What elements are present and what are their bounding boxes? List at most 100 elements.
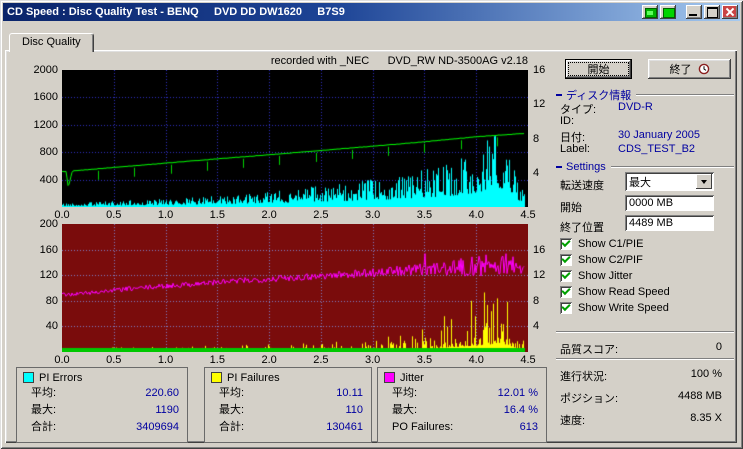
axis-tick-label: 16 (533, 64, 546, 76)
start-button[interactable]: 開始 (565, 59, 632, 79)
legend-title: Jitter (400, 371, 424, 384)
axis-tick-label: 120 (39, 269, 58, 282)
axis-tick-label: 0.5 (106, 209, 122, 221)
axis-tick-label: 3.5 (416, 354, 433, 366)
axis-tick-label: 1.0 (157, 209, 174, 221)
stat-label: 平均: (31, 387, 57, 399)
minimize-icon (689, 14, 697, 16)
checkbox-label: Show C1/PIE (578, 238, 644, 250)
checkbox-show-c2-pif[interactable]: Show C2/PIF (560, 253, 643, 267)
maximize-icon (707, 7, 718, 18)
maximize-button[interactable] (704, 5, 720, 19)
axis-tick-label: 2.0 (261, 354, 277, 366)
monitor-view-button[interactable] (660, 5, 676, 19)
chevron-down-icon (701, 180, 707, 187)
axis-tick-label: 4 (533, 320, 540, 333)
stat-value: 130461 (326, 421, 363, 433)
axis-tick-label: 40 (45, 320, 58, 333)
checkbox-box[interactable] (560, 301, 572, 314)
tab-disc-quality[interactable]: Disc Quality (9, 33, 94, 52)
mini-chart-icon (645, 8, 657, 18)
transfer-speed-dropdown[interactable]: 最大 (625, 172, 714, 191)
checkbox-label: Show C2/PIF (578, 254, 643, 266)
axis-tick-label: 80 (45, 294, 58, 307)
pi-failures-jitter-chart (62, 224, 528, 352)
window-title: CD Speed : Disc Quality Test - BENQ DVD … (7, 6, 345, 18)
cd-speed-window: CD Speed : Disc Quality Test - BENQ DVD … (0, 0, 743, 449)
stat-label: 合計: (31, 421, 57, 433)
axis-tick-label: 3.0 (365, 354, 381, 366)
checkbox-show-write-speed[interactable]: Show Write Speed (560, 301, 669, 315)
axis-tick-label: 200 (39, 218, 58, 230)
speed-label: 速度: (560, 415, 586, 427)
progress-label: 進行状況: (560, 371, 608, 383)
axis-tick-label: 12 (533, 269, 546, 282)
divider (556, 331, 734, 333)
stat-value: 220.60 (145, 387, 179, 399)
minimize-button[interactable] (686, 5, 702, 19)
monitor-icon (663, 8, 675, 18)
jitter-color-swatch (384, 372, 395, 383)
titlebar[interactable]: CD Speed : Disc Quality Test - BENQ DVD … (3, 3, 740, 21)
axis-tick-label: 0.0 (54, 354, 70, 366)
axis-tick-label: 4.5 (520, 209, 536, 221)
end-position-input[interactable] (625, 215, 714, 231)
start-position-input[interactable] (625, 195, 714, 211)
checkbox-show-c1-pie[interactable]: Show C1/PIE (560, 237, 643, 251)
checkbox-box[interactable] (560, 253, 572, 266)
chart-view-button[interactable] (642, 5, 658, 19)
check-icon (561, 301, 571, 312)
stat-value: 10.11 (336, 387, 363, 399)
divider (636, 94, 734, 96)
stat-value: 12.01 % (497, 387, 538, 399)
checkbox-box[interactable] (560, 269, 572, 282)
progress-value: 100 % (690, 368, 722, 380)
close-button[interactable] (722, 5, 738, 19)
start-position-label: 開始 (560, 202, 582, 214)
position-label: ポジション: (560, 393, 619, 405)
axis-tick-label: 400 (39, 173, 58, 186)
transfer-speed-value: 最大 (629, 176, 651, 189)
axis-tick-label: 800 (39, 146, 58, 159)
axis-tick-label: 2.5 (313, 354, 329, 366)
pi-failures-color-swatch (211, 372, 222, 383)
axis-tick-label: 160 (39, 243, 58, 256)
axis-tick-label: 3.0 (365, 209, 381, 221)
recording-note: recorded with _NEC DVD_RW ND-3500AG v2.1… (270, 55, 528, 67)
stat-label: 平均: (392, 387, 418, 399)
checkbox-box[interactable] (560, 285, 572, 298)
end-position-label: 終了位置 (560, 222, 604, 234)
stat-label: 平均: (219, 387, 245, 399)
disc-label-value: CDS_TEST_B2 (618, 143, 696, 155)
start-button-label: 開始 (587, 64, 610, 76)
legend-title: PI Failures (227, 371, 280, 384)
checkbox-show-read-speed[interactable]: Show Read Speed (560, 285, 670, 299)
legend-pi-failures: PI Failures 平均: 10.11 最大: 110 合計: 130461 (204, 367, 372, 443)
divider (610, 166, 734, 168)
axis-tick-label: 8 (533, 294, 540, 307)
checkbox-show-jitter[interactable]: Show Jitter (560, 269, 632, 283)
quality-score-value: 0 (715, 341, 722, 353)
disc-type-value: DVD-R (618, 101, 653, 113)
dropdown-button[interactable] (696, 174, 712, 189)
axis-tick-label: 2.0 (261, 209, 277, 221)
stat-label: 合計: (219, 421, 245, 433)
axis-tick-label: 2000 (33, 64, 58, 76)
transfer-speed-label: 転送速度 (560, 180, 604, 192)
stat-label: PO Failures: (392, 421, 454, 433)
checkbox-box[interactable] (560, 237, 572, 250)
check-icon (561, 285, 571, 296)
pi-errors-chart (62, 70, 528, 207)
section-dash-icon (556, 166, 562, 168)
disc-date-value: 30 January 2005 (618, 129, 700, 141)
axis-tick-label: 12 (533, 98, 546, 111)
disc-id-label: ID: (560, 115, 575, 127)
axis-tick-label: 1.0 (157, 354, 174, 366)
stat-value: 3409694 (136, 421, 179, 433)
axis-tick-label: 2.5 (313, 209, 329, 221)
exit-button[interactable]: 終了 (648, 59, 731, 79)
stat-label: 最大: (392, 404, 418, 416)
axis-tick-label: 0.5 (106, 354, 122, 366)
axis-tick-label: 4.0 (468, 354, 484, 366)
check-icon (561, 269, 571, 280)
